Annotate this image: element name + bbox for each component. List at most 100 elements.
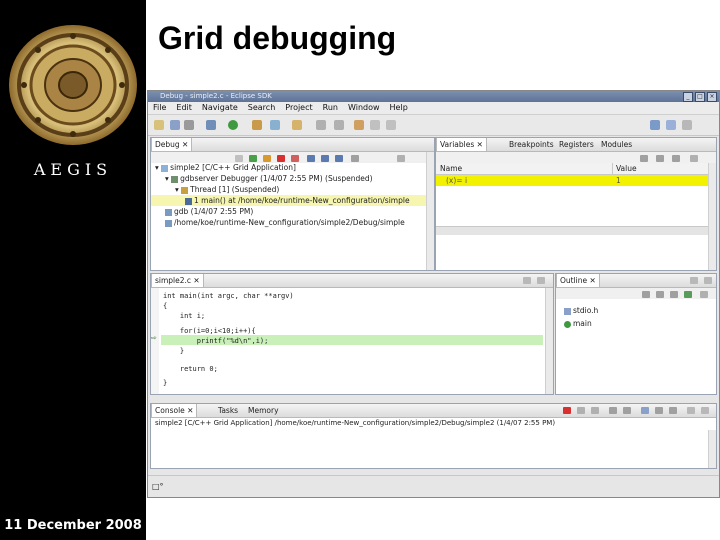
perspective-c-icon[interactable] (666, 120, 676, 130)
menu-help[interactable]: Help (385, 102, 413, 114)
step-into-icon[interactable] (307, 155, 315, 162)
code-line-current[interactable]: printf("%d\n",i); (163, 336, 269, 346)
menu-edit[interactable]: Edit (171, 102, 197, 114)
debug-scrollbar[interactable] (426, 152, 434, 270)
code-line[interactable]: int main(int argc, char **argv) (163, 291, 294, 301)
new-icon[interactable] (154, 120, 164, 130)
minimize-view-icon[interactable] (690, 277, 698, 284)
code-line[interactable]: } (163, 378, 167, 388)
sort-icon[interactable] (642, 291, 650, 298)
tab-breakpoints[interactable]: Breakpoints (506, 138, 557, 151)
remove-terminated-icon[interactable] (235, 155, 243, 162)
previous-annotation-icon[interactable] (334, 120, 344, 130)
maximize-view-icon[interactable] (537, 277, 545, 284)
tree-row-selected[interactable]: 1 main() at /home/koe/runtime-New_config… (151, 195, 434, 206)
step-return-icon[interactable] (335, 155, 343, 162)
perspective-open-icon[interactable] (682, 120, 692, 130)
variables-toolbar (436, 152, 716, 163)
column-value[interactable]: Value (612, 163, 637, 174)
next-annotation-icon[interactable] (316, 120, 326, 130)
hide-nonpublic-icon[interactable] (684, 291, 692, 298)
search-icon[interactable] (292, 120, 302, 130)
code-line[interactable]: } (163, 346, 184, 356)
tab-variables[interactable]: Variables ✕ (436, 138, 487, 151)
suspend-icon[interactable] (263, 155, 271, 162)
menu-navigate[interactable]: Navigate (197, 102, 243, 114)
menu-project[interactable]: Project (280, 102, 317, 114)
tree-row[interactable]: ▾ Thread [1] (Suspended) (151, 184, 434, 195)
outline-item[interactable]: main (556, 318, 716, 329)
maximize-button[interactable]: □ (695, 92, 705, 102)
instruction-stepping-icon[interactable] (351, 155, 359, 162)
tab-debug[interactable]: Debug ✕ (151, 138, 193, 151)
terminate-icon[interactable] (277, 155, 285, 162)
tree-row[interactable]: ▾ simple2 [C/C++ Grid Application] (151, 162, 434, 173)
minimize-view-icon[interactable] (523, 277, 531, 284)
tree-row[interactable]: /home/koe/runtime-New_configuration/simp… (151, 217, 434, 228)
open-console-icon[interactable] (655, 407, 663, 414)
view-menu-icon[interactable] (690, 155, 698, 162)
open-type-icon[interactable] (270, 120, 280, 130)
editor-scrollbar[interactable] (545, 288, 553, 394)
maximize-view-icon[interactable] (701, 407, 709, 414)
maximize-view-icon[interactable] (704, 277, 712, 284)
remove-launch-icon[interactable] (577, 407, 585, 414)
show-type-names-icon[interactable] (640, 155, 648, 162)
last-edit-icon[interactable] (354, 120, 364, 130)
tree-row[interactable]: gdb (1/4/07 2:55 PM) (151, 206, 434, 217)
table-row[interactable]: (x)= i 1 (436, 175, 716, 186)
forward-icon[interactable] (386, 120, 396, 130)
debug-icon[interactable] (206, 120, 216, 130)
clear-console-icon[interactable] (609, 407, 617, 414)
terminate-icon[interactable] (563, 407, 571, 414)
tab-console[interactable]: Console ✕ (151, 404, 198, 417)
main-toolbar (148, 115, 719, 136)
tree-row[interactable]: ▾ gdbserver Debugger (1/4/07 2:55 PM) (S… (151, 173, 434, 184)
view-menu-icon[interactable] (700, 291, 708, 298)
process-icon (165, 219, 172, 227)
step-over-icon[interactable] (321, 155, 329, 162)
remove-all-icon[interactable] (591, 407, 599, 414)
show-logical-structure-icon[interactable] (656, 155, 664, 162)
hide-static-icon[interactable] (670, 291, 678, 298)
display-console-icon[interactable] (641, 407, 649, 414)
minimize-view-icon[interactable] (687, 407, 695, 414)
tab-tasks[interactable]: Tasks (215, 404, 241, 417)
window-titlebar[interactable]: Debug - simple2.c - Eclipse SDK _ □ × (148, 91, 719, 102)
console-scrollbar[interactable] (708, 430, 716, 468)
minimize-button[interactable]: _ (683, 92, 693, 102)
tab-simple2-c[interactable]: simple2.c ✕ (151, 274, 204, 287)
tab-memory[interactable]: Memory (245, 404, 282, 417)
outline-item[interactable]: stdio.h (556, 305, 716, 316)
code-line[interactable]: return 0; (163, 364, 218, 374)
detail-pane-sash[interactable] (436, 226, 716, 235)
variables-scrollbar[interactable] (708, 163, 716, 270)
disconnect-icon[interactable] (291, 155, 299, 162)
menu-search[interactable]: Search (243, 102, 280, 114)
hide-fields-icon[interactable] (656, 291, 664, 298)
collapse-all-icon[interactable] (672, 155, 680, 162)
tab-registers[interactable]: Registers (556, 138, 597, 151)
tab-modules[interactable]: Modules (598, 138, 635, 151)
resume-icon[interactable] (249, 155, 257, 162)
tab-outline[interactable]: Outline ✕ (556, 274, 600, 287)
include-icon (564, 307, 571, 315)
code-line[interactable]: int i; (163, 311, 205, 321)
run-icon[interactable] (228, 120, 238, 130)
back-icon[interactable] (370, 120, 380, 130)
code-line[interactable]: for(i=0;i<10;i++){ (163, 326, 256, 336)
column-name[interactable]: Name (440, 163, 462, 174)
print-icon[interactable] (184, 120, 194, 130)
menu-window[interactable]: Window (343, 102, 385, 114)
perspective-debug-icon[interactable] (650, 120, 660, 130)
view-menu-icon[interactable] (669, 407, 677, 414)
menu-file[interactable]: File (148, 102, 171, 114)
save-icon[interactable] (170, 120, 180, 130)
menu-run[interactable]: Run (318, 102, 343, 114)
close-button[interactable]: × (707, 92, 717, 102)
scroll-lock-icon[interactable] (623, 407, 631, 414)
code-line[interactable]: { (163, 301, 167, 311)
console-output[interactable] (151, 430, 716, 468)
view-menu-icon[interactable] (397, 155, 405, 162)
external-tools-icon[interactable] (252, 120, 262, 130)
